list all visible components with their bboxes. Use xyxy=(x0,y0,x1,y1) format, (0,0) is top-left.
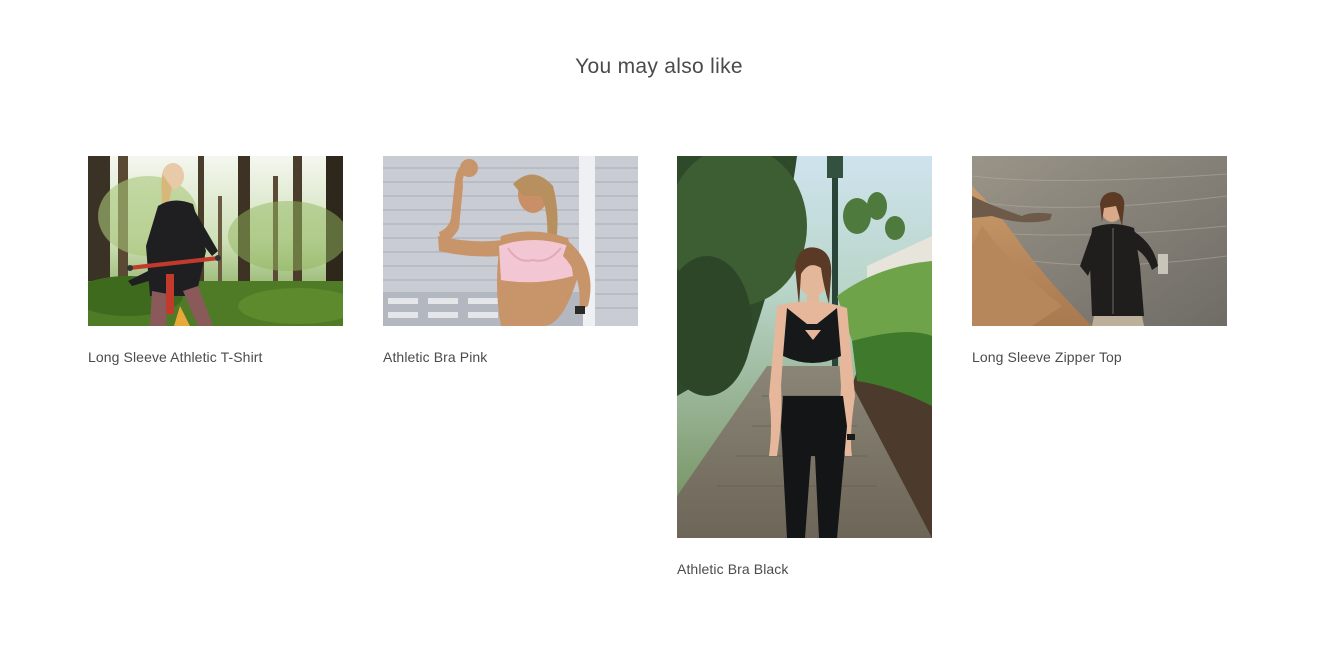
product-title[interactable]: Athletic Bra Pink xyxy=(383,349,638,365)
section-title: You may also like xyxy=(575,55,743,78)
product-card-athletic-bra-pink[interactable]: Athletic Bra Pink xyxy=(383,156,638,365)
product-title[interactable]: Athletic Bra Black xyxy=(677,561,932,577)
product-image-woman-on-bike[interactable] xyxy=(88,156,343,326)
product-title[interactable]: Long Sleeve Athletic T-Shirt xyxy=(88,349,343,365)
product-image-woman-flexing[interactable] xyxy=(383,156,638,326)
product-image-woman-on-path[interactable] xyxy=(677,156,932,538)
product-image-woman-on-beach[interactable] xyxy=(972,156,1227,326)
product-title[interactable]: Long Sleeve Zipper Top xyxy=(972,349,1227,365)
product-card-long-sleeve-athletic-tshirt[interactable]: Long Sleeve Athletic T-Shirt xyxy=(88,156,343,365)
product-card-athletic-bra-black[interactable]: Athletic Bra Black xyxy=(677,156,932,577)
product-card-long-sleeve-zipper-top[interactable]: Long Sleeve Zipper Top xyxy=(972,156,1227,365)
